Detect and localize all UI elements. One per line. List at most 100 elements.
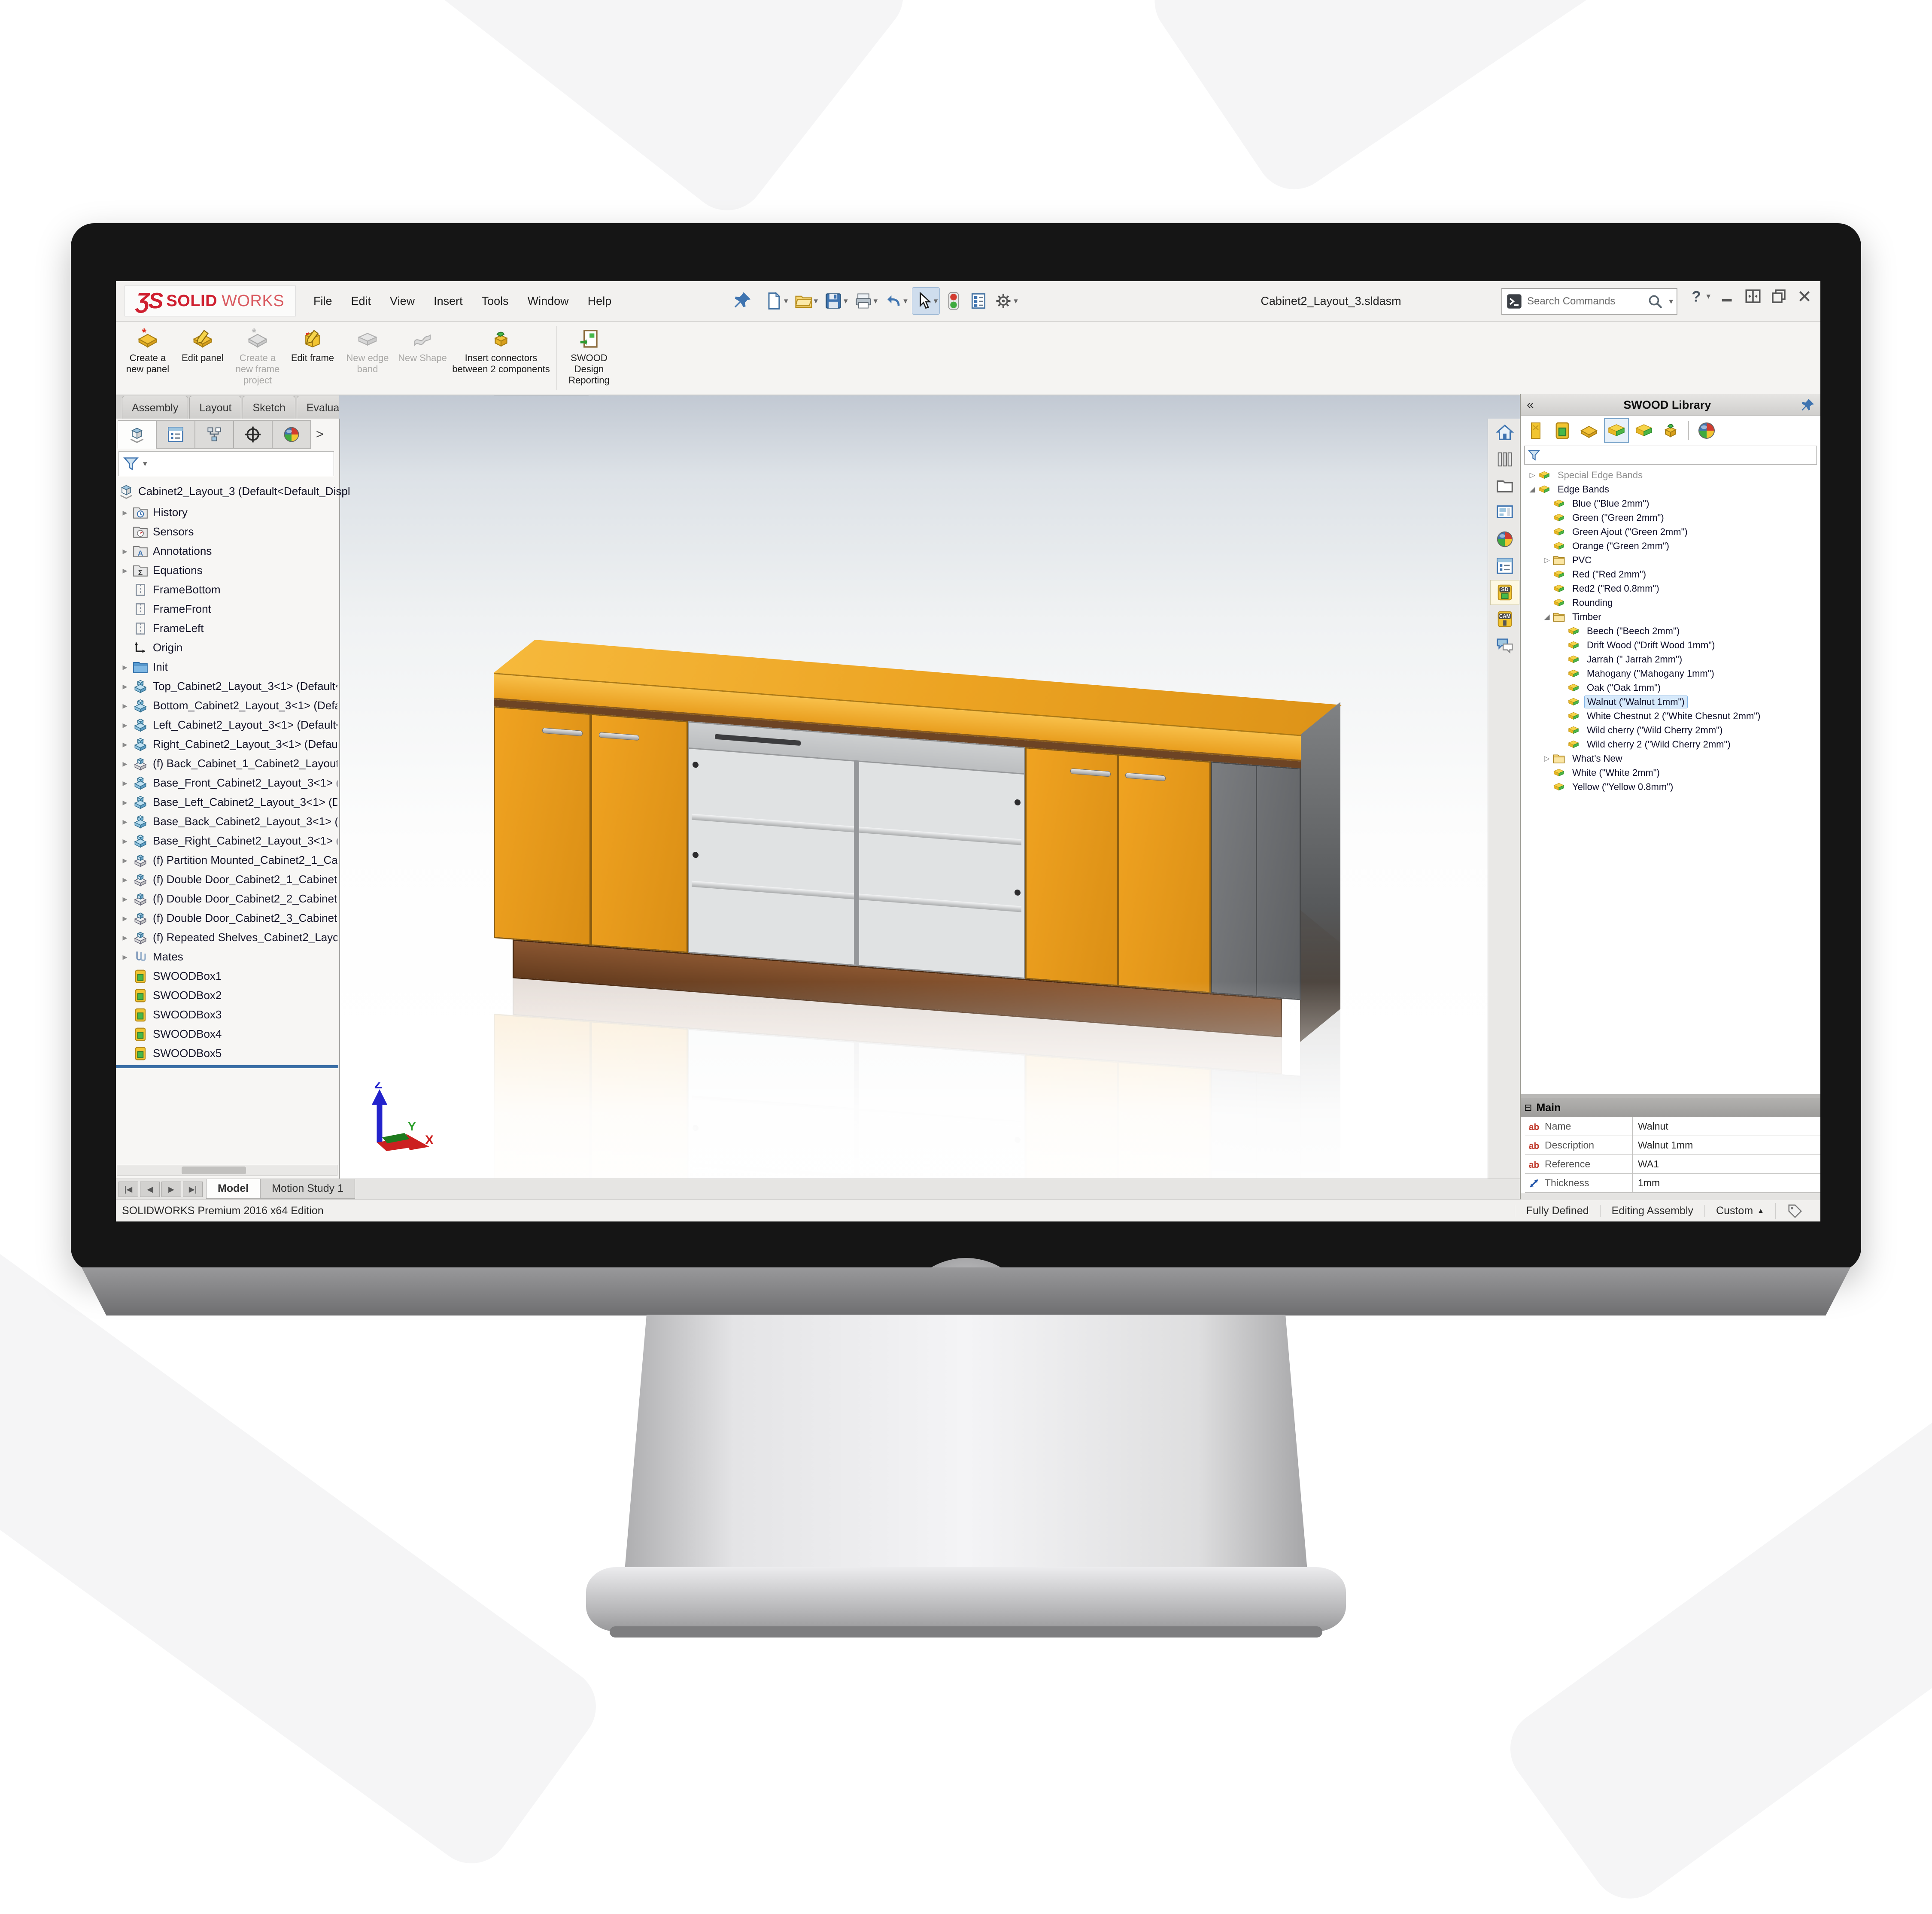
library-swoodbox-button[interactable] <box>1551 419 1574 442</box>
search-input[interactable]: Search Commands <box>1527 295 1642 307</box>
library-appearances-button[interactable] <box>1695 419 1718 442</box>
menu-file[interactable]: File <box>313 295 332 308</box>
tab-nav-button[interactable]: ▶| <box>183 1182 203 1197</box>
swood-cam-tab[interactable]: CAM <box>1490 607 1519 632</box>
tree-item-base-front-cabinet2-layout-3-1-d[interactable]: ▸Base_Front_Cabinet2_Layout_3<1> (D <box>118 773 337 793</box>
tree-item-f-partition-mounted-cabinet2-1-cab[interactable]: ▸(f) Partition Mounted_Cabinet2_1_Cab <box>118 851 337 870</box>
library-panel-slab-button[interactable] <box>1577 419 1601 442</box>
status-custom[interactable]: Custom ▲ <box>1704 1205 1775 1217</box>
fm-dimxpert-tab[interactable] <box>234 420 272 449</box>
library-item-pvc[interactable]: ▷PVC <box>1522 553 1820 567</box>
tree-item-base-back-cabinet2-layout-3-1-de[interactable]: ▸Base_Back_Cabinet2_Layout_3<1> (De <box>118 812 337 831</box>
minimize-button[interactable] <box>1718 287 1736 305</box>
library-item-rounding[interactable]: Rounding <box>1522 595 1820 610</box>
ribbon-button-edit-panel[interactable]: Edit panel <box>175 324 230 364</box>
library-item-white-white-2mm[interactable]: White ("White 2mm") <box>1522 766 1820 780</box>
properties-scrollbar[interactable] <box>1521 1193 1820 1200</box>
tree-item-f-double-door-cabinet2-2-cabinet2[interactable]: ▸(f) Double Door_Cabinet2_2_Cabinet2_ <box>118 889 337 908</box>
library-item-wild-cherry-wild-cherry-2mm[interactable]: Wild cherry ("Wild Cherry 2mm") <box>1522 723 1820 737</box>
restore-button[interactable] <box>1770 287 1788 305</box>
property-row-reference[interactable]: abReferenceWA1 <box>1525 1155 1820 1174</box>
collapse-chevrons-icon[interactable]: « <box>1527 398 1534 412</box>
tab-nav-button[interactable]: ◀ <box>140 1182 160 1197</box>
tree-item-swoodbox1[interactable]: SWOODBox1 <box>118 966 337 986</box>
tree-item-init[interactable]: ▸Init <box>118 657 337 677</box>
library-item-drift-wood-drift-wood-1mm[interactable]: Drift Wood ("Drift Wood 1mm") <box>1522 638 1820 652</box>
appearances-tab[interactable] <box>1490 527 1519 552</box>
model-tab-motion-study-1[interactable]: Motion Study 1 <box>260 1179 355 1199</box>
tree-item-frameleft[interactable]: FrameLeft <box>118 619 337 638</box>
library-item-wild-cherry-2-wild-cherry-2mm[interactable]: Wild cherry 2 ("Wild Cherry 2mm") <box>1522 737 1820 751</box>
tree-item-swoodbox3[interactable]: SWOODBox3 <box>118 1005 337 1024</box>
library-item-white-chestnut-2-white-chesnut-2[interactable]: White Chestnut 2 ("White Chesnut 2mm") <box>1522 709 1820 723</box>
search-icon[interactable] <box>1646 293 1664 310</box>
tree-item-history[interactable]: ▸History <box>118 503 337 522</box>
tab-nav-button[interactable]: |◀ <box>118 1182 138 1197</box>
menu-edit[interactable]: Edit <box>351 295 371 308</box>
library-item-walnut-walnut-1mm[interactable]: Walnut ("Walnut 1mm") <box>1522 695 1820 709</box>
help-button[interactable]: ?▾ <box>1687 287 1710 305</box>
tree-item-equations[interactable]: ▸ΣEquations <box>118 561 337 580</box>
custom-properties-tab[interactable] <box>1490 553 1519 578</box>
library-filter[interactable] <box>1524 446 1817 465</box>
library-item-mahogany-mahogany-1mm[interactable]: Mahogany ("Mahogany 1mm") <box>1522 666 1820 681</box>
tree-item-left-cabinet2-layout-3-1-default[interactable]: ▸Left_Cabinet2_Layout_3<1> (Default< <box>118 715 337 735</box>
funnel-icon[interactable] <box>122 455 140 472</box>
ribbon-button-insert-connectors-between-2-components[interactable]: Insert connectors between 2 components <box>450 324 552 375</box>
fm-configurations-tab[interactable] <box>195 420 234 449</box>
library-item-red2-red-0-8mm[interactable]: Red2 ("Red 0.8mm") <box>1522 581 1820 595</box>
properties-section-header[interactable]: ⊟Main <box>1521 1098 1820 1117</box>
library-item-green-ajout-green-2mm[interactable]: Green Ajout ("Green 2mm") <box>1522 525 1820 539</box>
menu-insert[interactable]: Insert <box>434 295 463 308</box>
graphics-viewport[interactable]: Z Y X <box>339 395 1636 1202</box>
library-item-orange-green-2mm[interactable]: Orange ("Green 2mm") <box>1522 539 1820 553</box>
funnel-icon[interactable] <box>1527 448 1541 462</box>
tree-item-annotations[interactable]: ▸AAnnotations <box>118 541 337 561</box>
fm-assembly-tab[interactable] <box>118 420 156 449</box>
tree-horizontal-scrollbar[interactable] <box>117 1165 337 1176</box>
tree-item-bottom-cabinet2-layout-3-1-defau[interactable]: ▸Bottom_Cabinet2_Layout_3<1> (Defau <box>118 696 337 715</box>
home-tab[interactable] <box>1490 420 1519 445</box>
fm-properties-tab[interactable] <box>156 420 195 449</box>
ribbon-button-swood-design-reporting[interactable]: SWOOD Design Reporting <box>562 324 617 386</box>
library-connector-button[interactable] <box>1659 419 1682 442</box>
library-item-blue-blue-2mm[interactable]: Blue ("Blue 2mm") <box>1522 496 1820 510</box>
tree-item-swoodbox2[interactable]: SWOODBox2 <box>118 986 337 1005</box>
tab-assembly[interactable]: Assembly <box>122 396 188 420</box>
tree-item-right-cabinet2-layout-3-1-default[interactable]: ▸Right_Cabinet2_Layout_3<1> (Default <box>118 735 337 754</box>
tree-item-origin[interactable]: Origin <box>118 638 337 657</box>
view-palette-tab[interactable] <box>1490 500 1519 525</box>
library-edgeband-button[interactable] <box>1604 418 1629 443</box>
fm-display-tab[interactable] <box>272 420 311 449</box>
rebuild-button[interactable] <box>942 288 965 314</box>
menu-window[interactable]: Window <box>528 295 569 308</box>
tab-nav-button[interactable]: ▶ <box>161 1182 181 1197</box>
tree-item-swoodbox4[interactable]: SWOODBox4 <box>118 1024 337 1044</box>
ribbon-button-edit-frame[interactable]: Edit frame <box>285 324 340 364</box>
library-item-yellow-yellow-0-8mm[interactable]: Yellow ("Yellow 0.8mm") <box>1522 780 1820 794</box>
library-item-beech-beech-2mm[interactable]: Beech ("Beech 2mm") <box>1522 624 1820 638</box>
pin-icon[interactable] <box>1801 398 1815 412</box>
model-tab-model[interactable]: Model <box>206 1179 260 1199</box>
library-item-timber[interactable]: ◢Timber <box>1522 610 1820 624</box>
design-library-tab[interactable] <box>1490 447 1519 472</box>
menu-view[interactable]: View <box>390 295 415 308</box>
search-commands-box[interactable]: Search Commands ▾ <box>1501 288 1677 315</box>
tree-item-f-repeated-shelves-cabinet2-layout[interactable]: ▸(f) Repeated Shelves_Cabinet2_Layout <box>118 928 337 947</box>
options-gear-button[interactable]: ▾ <box>992 288 1020 314</box>
tree-item-top-cabinet2-layout-3-1-default[interactable]: ▸Top_Cabinet2_Layout_3<1> (Default< <box>118 677 337 696</box>
comments-tab[interactable] <box>1490 633 1519 658</box>
tree-item-f-double-door-cabinet2-3-cabinet2[interactable]: ▸(f) Double Door_Cabinet2_3_Cabinet2_ <box>118 908 337 928</box>
tree-item-base-left-cabinet2-layout-3-1-def[interactable]: ▸Base_Left_Cabinet2_Layout_3<1> (Def <box>118 793 337 812</box>
library-item-edge-bands[interactable]: ◢Edge Bands <box>1522 482 1820 496</box>
library-item-red-red-2mm[interactable]: Red ("Red 2mm") <box>1522 567 1820 581</box>
menu-tools[interactable]: Tools <box>482 295 509 308</box>
search-dropdown[interactable]: ▾ <box>1669 297 1673 307</box>
file-explorer-tab[interactable] <box>1490 474 1519 498</box>
tree-item-sensors[interactable]: Sensors <box>118 522 337 541</box>
library-item-jarrah-jarrah-2mm[interactable]: Jarrah (" Jarrah 2mm") <box>1522 652 1820 666</box>
property-row-thickness[interactable]: Thickness1mm <box>1525 1174 1820 1193</box>
tree-filter[interactable]: ▾ <box>118 451 334 476</box>
pin-icon[interactable] <box>733 291 754 311</box>
library-splitter[interactable] <box>1521 1094 1820 1098</box>
